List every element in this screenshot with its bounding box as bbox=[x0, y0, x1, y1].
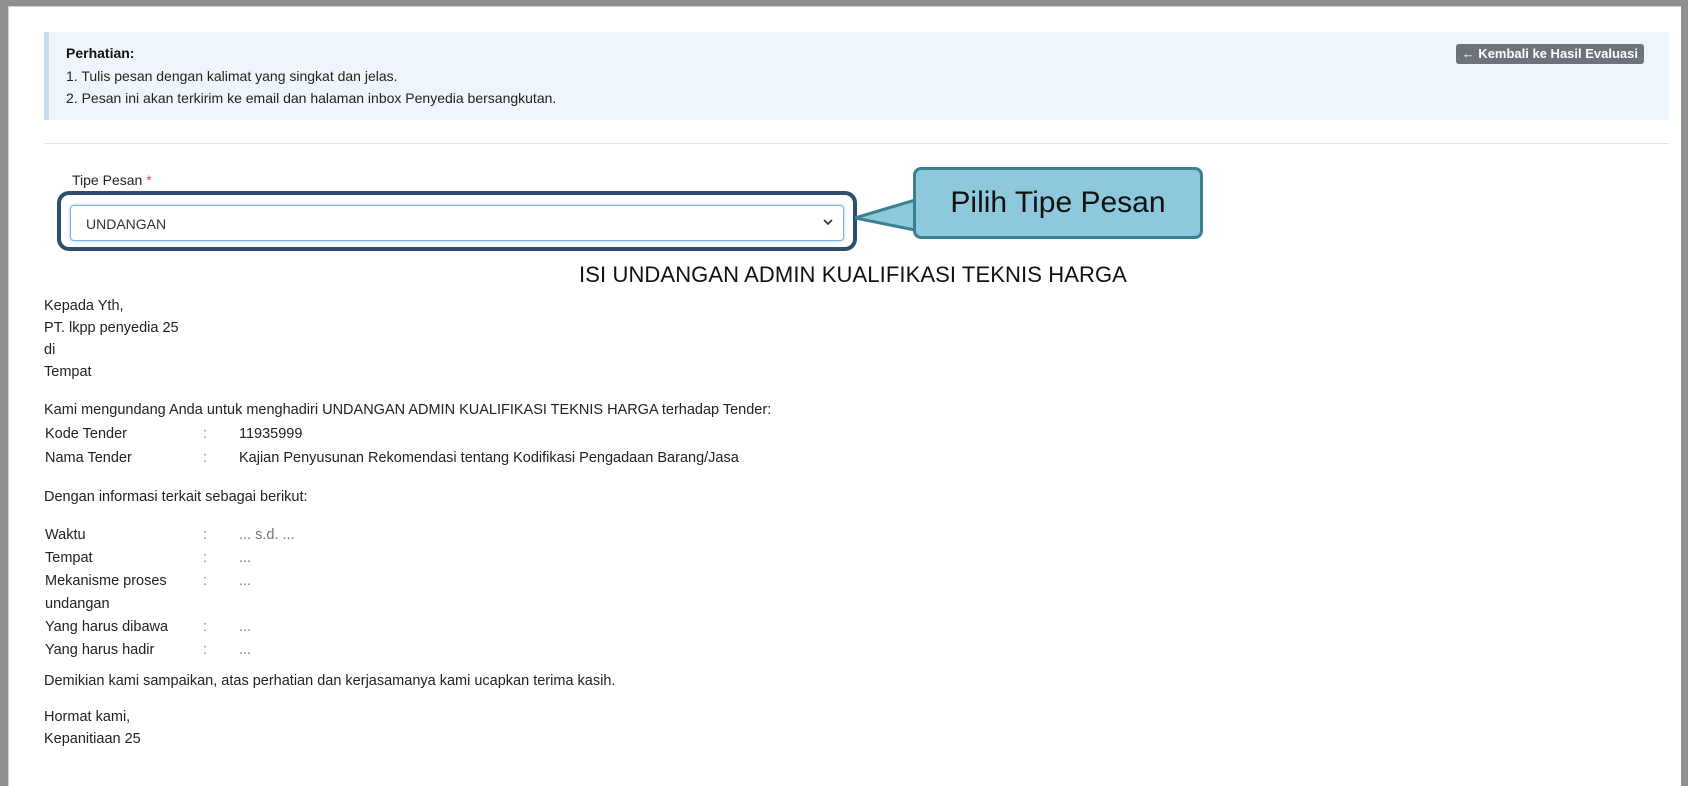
separator: : bbox=[203, 426, 208, 442]
tipe-pesan-select[interactable]: UNDANGAN bbox=[70, 205, 844, 241]
required-mark: * bbox=[146, 172, 152, 188]
letter-intro: Kami mengundang Anda untuk menghadiri UN… bbox=[44, 402, 772, 418]
tempat-label: Tempat bbox=[45, 550, 93, 566]
tipe-pesan-label: Tipe Pesan * bbox=[72, 172, 152, 188]
letter-heading: ISI UNDANGAN ADMIN KUALIFIKASI TEKNIS HA… bbox=[579, 262, 1127, 287]
nama-tender-value: Kajian Penyusunan Rekomendasi tentang Ko… bbox=[239, 450, 739, 466]
back-to-evaluation-button[interactable]: ← Kembali ke Hasil Evaluasi bbox=[1455, 44, 1644, 64]
hadir-label: Yang harus hadir bbox=[45, 642, 155, 658]
recipient-line-3: di bbox=[44, 342, 56, 358]
mekanisme-label-cont: undangan bbox=[45, 596, 110, 612]
mekanisme-label: Mekanisme proses bbox=[45, 573, 167, 589]
separator: : bbox=[203, 573, 208, 589]
chevron-down-icon bbox=[823, 219, 833, 226]
dibawa-label: Yang harus dibawa bbox=[45, 619, 169, 635]
nama-tender-label: Nama Tender bbox=[45, 450, 132, 466]
notice-panel: Perhatian: 1. Tulis pesan dengan kalimat… bbox=[44, 32, 1669, 120]
notice-line-1: 1. Tulis pesan dengan kalimat yang singk… bbox=[66, 68, 398, 84]
tipe-pesan-select-value: UNDANGAN bbox=[86, 216, 167, 232]
hadir-value: ... bbox=[239, 642, 252, 658]
dibawa-value: ... bbox=[239, 619, 252, 635]
notice-line-2: 2. Pesan ini akan terkirim ke email dan … bbox=[66, 90, 557, 106]
letter-signer: Kepanitiaan 25 bbox=[44, 731, 141, 747]
callout-label: Pilih Tipe Pesan bbox=[913, 167, 1203, 239]
waktu-value: ... s.d. ... bbox=[239, 527, 295, 543]
waktu-label: Waktu bbox=[45, 527, 86, 543]
recipient-line-1: Kepada Yth, bbox=[44, 298, 124, 314]
letter-closing: Demikian kami sampaikan, atas perhatian … bbox=[44, 673, 616, 689]
info-intro: Dengan informasi terkait sebagai berikut… bbox=[44, 489, 308, 505]
page-frame: Perhatian: 1. Tulis pesan dengan kalimat… bbox=[8, 6, 1681, 786]
kode-tender-value: 11935999 bbox=[239, 426, 303, 442]
kode-tender-label: Kode Tender bbox=[45, 426, 127, 442]
divider bbox=[44, 143, 1669, 144]
callout-pointer bbox=[855, 198, 915, 232]
separator: : bbox=[203, 642, 208, 658]
separator: : bbox=[203, 550, 208, 566]
recipient-line-4: Tempat bbox=[44, 364, 92, 380]
notice-title: Perhatian: bbox=[66, 45, 135, 61]
mekanisme-value: ... bbox=[239, 573, 252, 589]
separator: : bbox=[203, 619, 208, 635]
separator: : bbox=[203, 527, 208, 543]
letter-regards: Hormat kami, bbox=[44, 709, 131, 725]
tempat-value: ... bbox=[239, 550, 252, 566]
tipe-pesan-label-text: Tipe Pesan bbox=[72, 172, 143, 188]
separator: : bbox=[203, 450, 208, 466]
recipient-line-2: PT. lkpp penyedia 25 bbox=[44, 320, 179, 336]
